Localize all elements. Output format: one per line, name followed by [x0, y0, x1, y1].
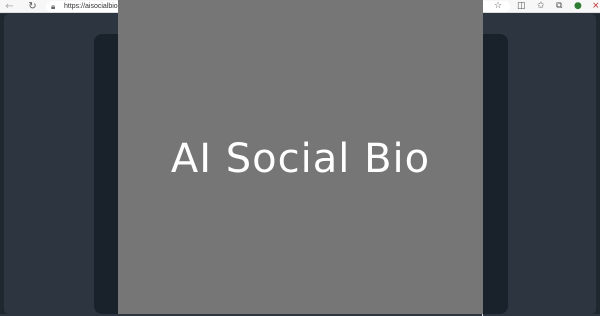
favorite-star-icon[interactable]: ☆ [494, 1, 502, 12]
collections-icon[interactable]: ⧉ [556, 1, 562, 12]
splash-title: AI Social Bio [170, 136, 431, 182]
url-text[interactable]: https://aisocialbio.c [64, 1, 123, 12]
back-arrow-icon[interactable]: ← [4, 1, 15, 12]
close-icon[interactable]: ⨯ [592, 1, 600, 12]
extension-icon[interactable]: ● [574, 1, 582, 12]
lock-icon[interactable]: 🔒︎ [51, 1, 60, 12]
reload-icon[interactable]: ↻ [27, 1, 38, 12]
favorites-icon[interactable]: ✩ [537, 1, 545, 12]
splash-overlay: AI Social Bio [118, 0, 483, 314]
split-screen-icon[interactable]: ◫ [517, 1, 526, 12]
